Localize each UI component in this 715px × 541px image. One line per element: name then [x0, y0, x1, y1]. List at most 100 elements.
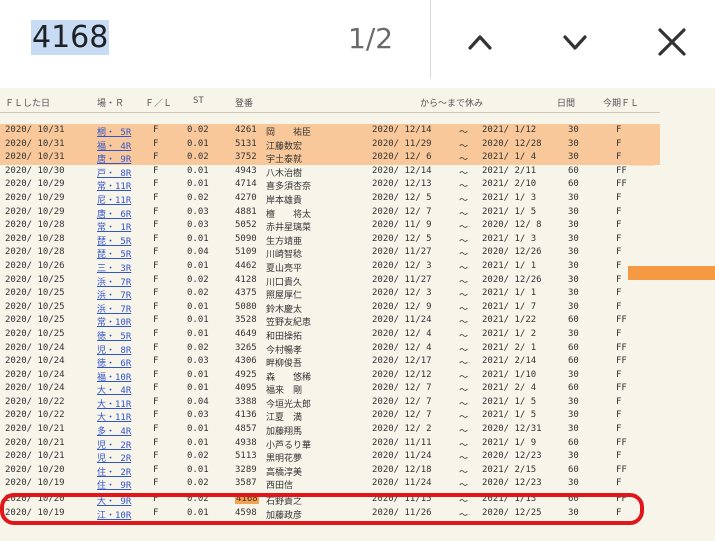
cell-days: 30 — [568, 138, 579, 149]
cell-date: 2020/ 10/31 — [5, 152, 65, 163]
cell-start: 2020/ 11/24 — [372, 315, 432, 326]
cell-venue-link[interactable]: 琵・ 5R — [97, 234, 131, 247]
cell-end: 2020/ 12/23 — [482, 478, 542, 489]
cell-fl: F — [153, 356, 159, 367]
cell-venue-link[interactable]: 戸・ 8R — [97, 166, 131, 179]
cell-tilde: ～ — [459, 386, 469, 397]
cell-days: 30 — [568, 328, 579, 339]
cell-tilde: ～ — [459, 168, 469, 179]
cell-st: 0.02 — [187, 478, 209, 489]
cell-date: 2020/ 10/25 — [5, 328, 65, 339]
cell-venue-link[interactable]: 福・ 4R — [97, 139, 131, 152]
cell-st: 0.01 — [187, 328, 209, 339]
cell-date: 2020/ 10/24 — [5, 369, 65, 380]
find-bar: 4168 1/2 — [0, 0, 715, 89]
cell-end: 2021/ 1/ 2 — [482, 328, 537, 339]
cell-date: 2020/ 10/31 — [5, 138, 65, 149]
cell-venue-link[interactable]: 浜・ 7R — [97, 275, 131, 288]
cell-tilde: ～ — [459, 223, 469, 234]
cell-date: 2020/ 10/21 — [5, 424, 65, 435]
cell-venue-link[interactable]: 多・ 4R — [97, 424, 131, 437]
cell-end: 2021/ 1/22 — [482, 315, 537, 326]
cell-start: 2020/ 12/14 — [372, 165, 432, 176]
cell-venue-link[interactable]: 住・ 9R — [97, 478, 131, 491]
cell-venue-link[interactable]: 三・ 3R — [97, 261, 131, 274]
cell-venue-link[interactable]: 浜・ 7R — [97, 302, 131, 315]
cell-start: 2020/ 11/24 — [372, 451, 432, 462]
cell-venue-link[interactable]: 琵・ 5R — [97, 247, 131, 260]
table-row: 2020/ 10/28 琵・ 5R F 0.01 5090 生方靖亜 2020/ 12/ 5… — [0, 233, 660, 247]
cell-venue-link[interactable]: 浜・ 7R — [97, 288, 131, 301]
cell-date: 2020/ 10/24 — [5, 342, 65, 353]
cell-reg-number: 4261 — [235, 125, 257, 135]
cell-st: 0.01 — [187, 301, 209, 312]
cell-date: 2020/ 10/25 — [5, 288, 65, 299]
cell-venue-link[interactable]: 唐・ 9R — [97, 152, 131, 165]
cell-days: 30 — [568, 152, 579, 163]
cell-reg-number: 3752 — [235, 152, 257, 163]
table-row: 2020/ 10/24 福・10R F 0.01 4925 森 悠稀 2020/ 12/12… — [0, 369, 660, 383]
cell-venue-link[interactable]: 尼・11R — [97, 193, 131, 206]
cell-start: 2020/ 12/14 — [372, 125, 432, 135]
cell-name: 夏山亮平 — [266, 263, 303, 274]
cell-st: 0.01 — [187, 260, 209, 271]
cell-end: 2021/ 1/10 — [482, 369, 537, 380]
cell-venue-link[interactable]: 徳・ 6R — [97, 356, 131, 369]
cell-tilde: ～ — [459, 250, 469, 261]
next-match-button[interactable] — [555, 22, 595, 62]
cell-fl: F — [153, 328, 159, 339]
cell-st: 0.01 — [187, 315, 209, 326]
cell-days: 30 — [568, 247, 579, 258]
cell-venue-link[interactable]: 児・ 8R — [97, 343, 131, 356]
cell-venue-link[interactable]: 児・ 2R — [97, 438, 131, 451]
cell-reg-number: 4462 — [235, 260, 257, 271]
cell-reg-number: 4714 — [235, 179, 257, 190]
cell-venue-link[interactable]: 常・ 1R — [97, 220, 131, 233]
cell-venue-link[interactable]: 徳・ 5R — [97, 329, 131, 342]
close-find-button[interactable] — [652, 22, 692, 62]
cell-fl: F — [153, 206, 159, 217]
cell-days: 60 — [568, 179, 579, 190]
cell-name: 黒明花夢 — [266, 454, 303, 465]
cell-date: 2020/ 10/25 — [5, 301, 65, 312]
cell-start: 2020/ 12/ 3 — [372, 260, 432, 271]
cell-flag: F — [616, 478, 622, 489]
cell-date: 2020/ 10/21 — [5, 437, 65, 448]
cell-days: 30 — [568, 478, 579, 489]
cell-name: 岸本雄貴 — [266, 195, 303, 206]
previous-match-button[interactable] — [460, 22, 500, 62]
table-row: 2020/ 10/29 常・11R F 0.01 4714 喜多須杏奈 2020/ 12/1… — [0, 178, 660, 192]
cell-name: 宇土泰就 — [266, 155, 303, 166]
find-input[interactable]: 4168 — [31, 20, 110, 55]
table-row: 2020/ 10/25 浜・ 7R F 0.02 4375 照屋厚仁 2020/ 12/ 3… — [0, 287, 660, 301]
cell-end: 2021/ 1/ 5 — [482, 206, 537, 217]
cell-flag: F — [616, 288, 622, 299]
cell-venue-link[interactable]: 大・ 4R — [97, 383, 131, 396]
cell-flag: F — [616, 328, 622, 339]
cell-fl: F — [153, 260, 159, 271]
cell-venue-link[interactable]: 児・ 2R — [97, 451, 131, 464]
cell-date: 2020/ 10/24 — [5, 356, 65, 367]
table-row: 2020/ 10/24 徳・ 6R F 0.03 4306 畔柳俊吾 2020/ 12/17… — [0, 355, 660, 369]
cell-st: 0.01 — [187, 464, 209, 475]
cell-reg-number: 5090 — [235, 233, 257, 244]
cell-end: 2021/ 1/ 4 — [482, 152, 537, 163]
cell-days: 60 — [568, 437, 579, 448]
cell-tilde: ～ — [459, 372, 469, 383]
cell-st: 0.01 — [187, 424, 209, 435]
cell-tilde: ～ — [459, 427, 469, 438]
cell-venue-link[interactable]: 桐・ 5R — [97, 125, 131, 138]
cell-name: 生方靖亜 — [266, 236, 303, 247]
cell-reg-number: 3289 — [235, 464, 257, 475]
cell-venue-link[interactable]: 福・10R — [97, 370, 131, 383]
cell-venue-link[interactable]: 住・ 2R — [97, 465, 131, 478]
table-row: 2020/ 10/28 琵・ 5R F 0.04 5109 川崎智稔 2020/ 11/27… — [0, 246, 660, 260]
cell-venue-link[interactable]: 大・11R — [97, 397, 131, 410]
cell-venue-link[interactable]: 唐・ 6R — [97, 207, 131, 220]
cell-venue-link[interactable]: 常・10R — [97, 315, 131, 328]
cell-venue-link[interactable]: 大・11R — [97, 410, 131, 423]
cell-tilde: ～ — [459, 359, 469, 370]
cell-venue-link[interactable]: 常・11R — [97, 179, 131, 192]
cell-fl: F — [153, 165, 159, 176]
table-row: 2020/ 10/22 大・11R F 0.04 3388 今垣光太郎 2020/ 12/ … — [0, 396, 660, 410]
